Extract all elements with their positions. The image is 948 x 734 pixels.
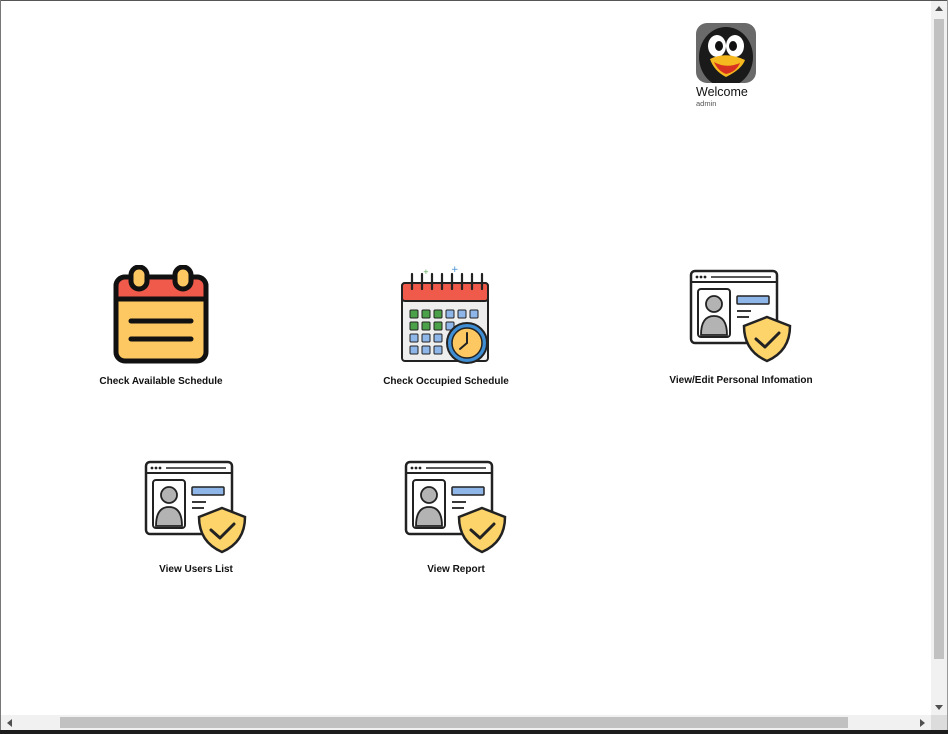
view-users-list-tile[interactable]: View Users List: [96, 460, 296, 575]
user-profile: Welcome admin: [696, 23, 816, 108]
calendar-icon: [61, 265, 261, 365]
horizontal-scrollbar[interactable]: [1, 715, 931, 730]
scrollbar-corner: [931, 715, 947, 730]
vertical-scroll-thumb[interactable]: [934, 19, 944, 659]
tile-label: View/Edit Personal Infomation: [669, 375, 813, 386]
welcome-text: Welcome: [696, 85, 748, 99]
scroll-up-arrow-icon[interactable]: [935, 6, 943, 11]
user-profile-shield-icon: [356, 460, 556, 556]
penguin-avatar-icon[interactable]: [696, 23, 756, 83]
tile-label: Check Occupied Schedule: [383, 376, 509, 387]
tile-label: Check Available Schedule: [99, 376, 223, 387]
horizontal-scroll-thumb[interactable]: [60, 717, 848, 728]
dashboard-page: Welcome admin Check Available Schedule +…: [1, 1, 931, 715]
scroll-left-arrow-icon[interactable]: [7, 719, 12, 727]
view-report-tile[interactable]: View Report: [356, 460, 556, 575]
scroll-down-arrow-icon[interactable]: [935, 705, 943, 710]
check-occupied-schedule-tile[interactable]: + + Check Occupied Schedule: [346, 265, 546, 387]
tile-label: View Report: [427, 564, 485, 575]
tile-label: View Users List: [159, 564, 233, 575]
view-edit-personal-information-tile[interactable]: View/Edit Personal Infomation: [641, 269, 841, 386]
user-profile-shield-icon: [641, 269, 841, 365]
user-profile-shield-icon: [96, 460, 296, 556]
username-text: admin: [696, 99, 717, 108]
calendar-clock-icon: + +: [346, 265, 546, 365]
taskbar-strip: [0, 730, 948, 734]
svg-text:+: +: [423, 268, 429, 276]
check-available-schedule-tile[interactable]: Check Available Schedule: [61, 265, 261, 387]
scroll-right-arrow-icon[interactable]: [920, 719, 925, 727]
vertical-scrollbar[interactable]: [931, 1, 947, 715]
